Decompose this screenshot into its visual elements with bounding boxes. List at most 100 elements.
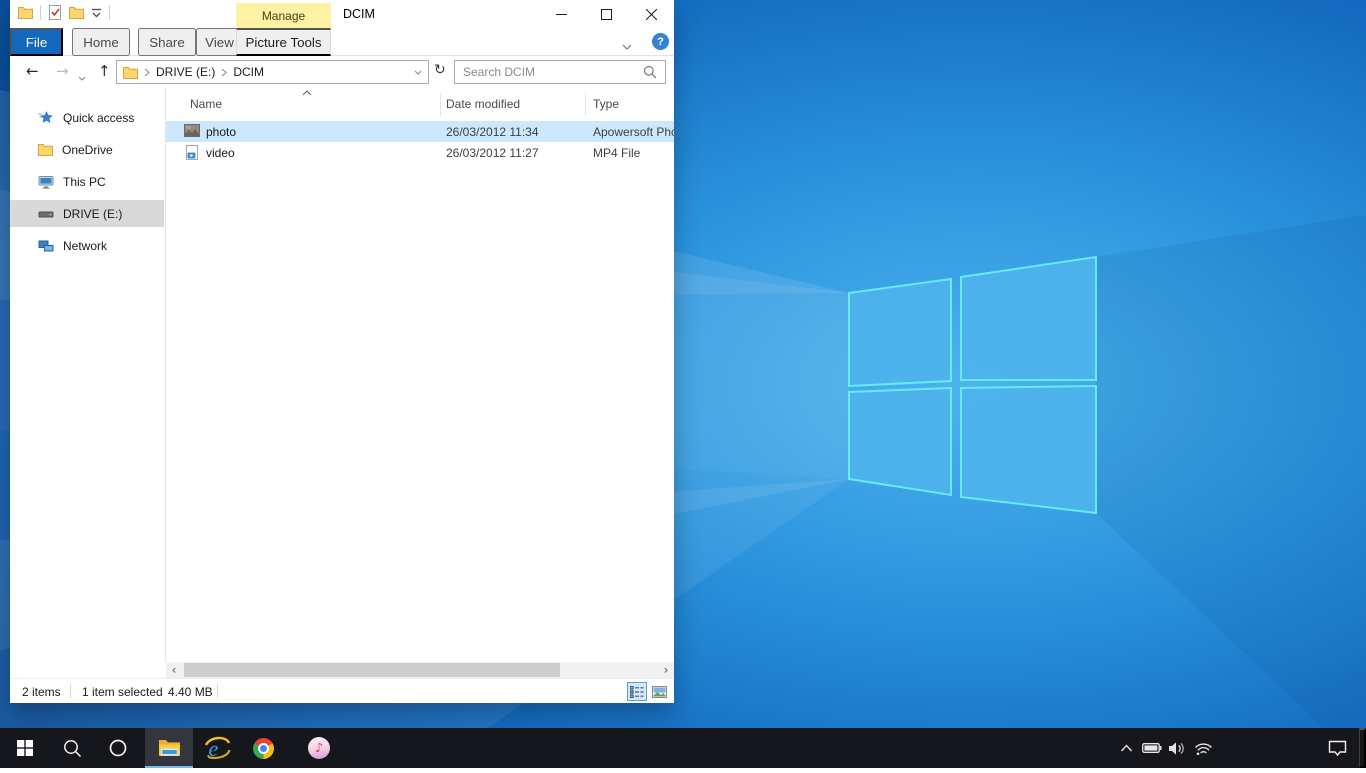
details-view-icon [630,686,644,698]
sidebar-item-network[interactable]: Network [10,232,164,259]
refresh-button[interactable]: ↻ [434,62,446,78]
address-dropdown-icon[interactable] [414,70,422,75]
action-center-icon [1328,740,1347,757]
window-title: DCIM [343,7,375,21]
tray-show-hidden-icons-button[interactable] [1113,728,1139,768]
minimize-button[interactable] [539,0,584,29]
tray-wifi-button[interactable] [1189,728,1217,768]
column-header-name[interactable]: Name [190,97,222,111]
manage-contextual-group[interactable]: Manage [236,3,331,28]
selection-summary: 1 item selected [82,685,163,699]
status-divider [70,684,71,698]
scrollbar-thumb[interactable] [184,663,560,677]
column-header-type[interactable]: Type [593,97,619,111]
quick-access-star-icon [38,110,54,125]
sidebar-item-onedrive[interactable]: OneDrive [10,136,164,163]
thumbnails-view-button[interactable] [649,682,669,701]
chevron-right-icon[interactable] [144,68,150,77]
start-button[interactable] [8,728,42,768]
navigation-pane: Quick access OneDrive This PC DRIVE (E:)… [10,88,166,662]
details-view-button[interactable] [627,682,647,701]
back-button[interactable]: ← [26,62,39,80]
toolbar-divider [109,5,110,20]
battery-icon [1142,741,1162,755]
tray-battery-button[interactable] [1139,728,1165,768]
file-row-photo[interactable]: photo 26/03/2012 11:34 Apowersoft Pho [166,121,674,142]
cortana-icon [109,739,127,757]
forward-button[interactable]: → [56,62,69,80]
sidebar-item-label: This PC [63,175,106,189]
tab-picture-tools[interactable]: Picture Tools [236,28,331,56]
chevron-up-icon [1120,744,1133,752]
breadcrumb-drive[interactable]: DRIVE (E:) [156,65,215,79]
column-header-date-modified[interactable]: Date modified [446,97,520,111]
up-button[interactable]: ↑ [98,62,111,80]
volume-icon [1168,741,1187,756]
recent-locations-button[interactable] [78,69,86,84]
search-icon[interactable] [643,65,657,79]
taskbar-search-button[interactable] [54,728,90,768]
search-input[interactable] [463,65,643,79]
file-date-modified: 26/03/2012 11:27 [446,146,539,160]
chevron-down-icon [78,76,86,81]
title-bar: Manage DCIM [10,0,674,28]
manage-label: Manage [262,9,305,23]
breadcrumb-current[interactable]: DCIM [233,65,264,79]
file-type: MP4 File [593,146,640,160]
column-divider[interactable] [440,93,441,116]
sort-ascending-icon [302,90,312,96]
this-pc-icon [38,175,54,189]
itunes-button[interactable]: ♪ [300,728,338,768]
customize-toolbar-icon[interactable] [91,8,102,18]
chevron-down-icon [622,44,632,50]
tray-volume-button[interactable] [1164,728,1190,768]
thumbnails-view-icon [652,686,667,698]
new-folder-icon[interactable] [69,6,84,19]
folder-icon[interactable] [18,6,33,19]
file-row-video[interactable]: video 26/03/2012 11:27 MP4 File [166,142,674,163]
cortana-button[interactable] [100,728,136,768]
chrome-button[interactable] [244,728,282,768]
tab-file[interactable]: File [10,28,63,56]
sidebar-item-quick-access[interactable]: Quick access [10,104,164,131]
taskbar-file-explorer-button[interactable] [145,728,193,768]
onedrive-icon [38,143,53,156]
close-button[interactable] [629,0,674,29]
collapse-ribbon-button[interactable] [622,38,632,53]
tab-share[interactable]: Share [138,28,196,56]
status-bar: 2 items 1 item selected 4.40 MB [10,678,674,703]
search-box[interactable] [454,60,666,84]
chrome-icon [253,738,274,759]
sidebar-item-drive-e[interactable]: DRIVE (E:) [10,200,164,227]
sidebar-item-this-pc[interactable]: This PC [10,168,164,195]
show-desktop-button[interactable] [1359,728,1366,768]
network-icon [38,239,54,253]
quick-access-toolbar [18,5,110,20]
help-button[interactable]: ? [652,33,669,50]
horizontal-scrollbar[interactable]: ‹ › [166,662,674,678]
maximize-icon [601,9,612,20]
help-icon: ? [657,36,664,48]
maximize-button[interactable] [584,0,629,29]
file-list: Name Date modified Type photo 26/03/2012… [166,88,674,662]
file-date-modified: 26/03/2012 11:34 [446,125,539,139]
navigation-bar: ← → ↑ DRIVE (E:) DCIM ↻ [10,56,674,88]
properties-icon[interactable] [48,5,62,20]
scroll-left-arrow[interactable]: ‹ [166,662,182,678]
drive-icon [38,207,54,220]
scroll-right-arrow[interactable]: › [658,662,674,678]
taskbar: e ♪ [0,728,1366,768]
address-bar[interactable]: DRIVE (E:) DCIM [116,60,429,84]
windows-start-icon [17,740,33,756]
column-divider[interactable] [585,93,586,116]
ribbon-tab-row: File Home Share View Picture Tools ? [10,28,674,56]
internet-explorer-button[interactable]: e [198,728,236,768]
internet-explorer-icon: e [204,735,231,761]
sidebar-item-label: OneDrive [62,143,113,157]
tab-home[interactable]: Home [72,28,130,56]
minimize-icon [556,9,567,20]
action-center-button[interactable] [1320,728,1354,768]
folder-icon [123,66,138,79]
selection-size: 4.40 MB [168,685,213,699]
chevron-right-icon[interactable] [221,68,227,77]
